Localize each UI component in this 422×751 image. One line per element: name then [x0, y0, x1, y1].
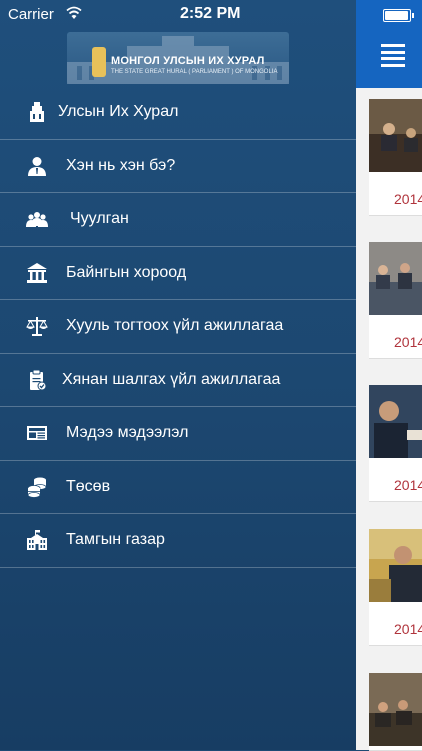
menu-item-label: Хууль тогтоох үйл ажиллагаа: [66, 317, 284, 334]
news-date: 2014: [394, 477, 422, 493]
news-thumbnail: [369, 673, 422, 746]
menu-item-label: Төсөв: [66, 477, 111, 495]
logo-subtitle: THE STATE GREAT HURAL ( PARLIAMENT ) OF …: [111, 69, 278, 75]
news-thumbnail: [369, 529, 422, 602]
menu-item-parliament[interactable]: Улсын Их Хурал: [0, 86, 356, 140]
main-content-panel: 2014 2014 2014 2014: [356, 0, 422, 751]
clipboard-check-icon: [30, 369, 47, 390]
menu-item-secretariat[interactable]: Тамгын газар: [0, 514, 356, 568]
wifi-icon: [66, 6, 82, 19]
hamburger-menu-icon[interactable]: [381, 44, 405, 67]
menu-item-news[interactable]: Мэдээ мэдээлэл: [0, 407, 356, 461]
menu-item-standing-committees[interactable]: Байнгын хороод: [0, 247, 356, 300]
menu-item-budget[interactable]: Төсөв: [0, 461, 356, 514]
navigation-drawer: МОНГОЛ УЛСЫН ИХ ХУРАЛ THE STATE GREAT HU…: [0, 0, 356, 750]
menu-item-label: Хэн нь хэн бэ?: [66, 156, 176, 174]
status-time: 2:52 PM: [180, 5, 241, 22]
menu-item-label: Мэдээ мэдээлэл: [66, 424, 189, 441]
scales-icon: [26, 317, 48, 336]
carrier-label: Carrier: [8, 6, 54, 23]
battery-icon: [383, 9, 414, 22]
news-card[interactable]: 2014: [369, 99, 422, 216]
status-bar: Carrier 2:52 PM: [0, 0, 422, 30]
menu-item-who-is-who[interactable]: Хэн нь хэн бэ?: [0, 140, 356, 193]
menu-item-oversight[interactable]: Хянан шалгах үйл ажиллагаа: [0, 354, 356, 407]
newspaper-icon: [27, 426, 47, 440]
person-icon: [28, 156, 46, 176]
soyombo-emblem-icon: [92, 47, 106, 77]
office-building-icon: [27, 530, 47, 550]
parliament-building-icon: [30, 102, 44, 122]
menu-item-label: Тамгын газар: [66, 531, 165, 548]
menu-item-label: Хянан шалгах үйл ажиллагаа: [62, 370, 281, 388]
menu-item-label: Байнгын хороод: [66, 263, 187, 281]
logo-title: МОНГОЛ УЛСЫН ИХ ХУРАЛ: [111, 55, 265, 67]
news-card[interactable]: 2014: [369, 385, 422, 502]
group-meeting-icon: [26, 212, 48, 227]
parliament-logo-banner: МОНГОЛ УЛСЫН ИХ ХУРАЛ THE STATE GREAT HU…: [67, 32, 289, 84]
menu-item-legislation[interactable]: Хууль тогтоох үйл ажиллагаа: [0, 300, 356, 354]
menu-item-label: Улсын Их Хурал: [58, 103, 179, 120]
news-date: 2014: [394, 621, 422, 637]
institution-icon: [27, 262, 47, 283]
drawer-menu: Улсын Их Хурал Хэн нь хэн бэ? Чуулган Ба…: [0, 86, 356, 568]
news-date: 2014: [394, 191, 422, 207]
news-card[interactable]: 2014: [369, 529, 422, 646]
news-thumbnail: [369, 385, 422, 458]
news-card[interactable]: [369, 673, 422, 751]
menu-item-session[interactable]: Чуулган: [0, 193, 356, 247]
menu-item-label: Чуулган: [70, 210, 129, 227]
news-card[interactable]: 2014: [369, 242, 422, 359]
news-thumbnail: [369, 99, 422, 172]
news-thumbnail: [369, 242, 422, 315]
news-date: 2014: [394, 334, 422, 350]
coins-icon: [27, 477, 47, 498]
